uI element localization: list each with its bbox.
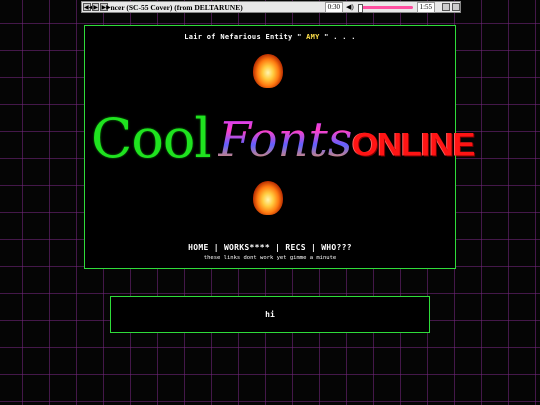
owner-name: AMY bbox=[306, 33, 320, 41]
track-time: 0:30 bbox=[324, 1, 344, 13]
hi-text: hi bbox=[265, 310, 275, 319]
playlist-icon[interactable] bbox=[452, 3, 461, 11]
logo-cool-text: Cool bbox=[91, 107, 212, 170]
nav-recs-link[interactable]: RECS bbox=[285, 243, 305, 252]
volume-icon[interactable]: ◀) bbox=[346, 3, 354, 11]
nav-who-link[interactable]: WHO??? bbox=[321, 243, 352, 252]
nav-home-link[interactable]: HOME bbox=[188, 243, 208, 252]
play-button[interactable]: ▶ bbox=[92, 3, 100, 11]
page-title: Lair of Nefarious Entity " AMY " . . . bbox=[184, 33, 356, 41]
volume-slider[interactable] bbox=[357, 3, 413, 13]
track-duration: 1:55 bbox=[416, 1, 436, 13]
fire-gif-icon bbox=[253, 181, 283, 215]
hi-panel: hi bbox=[110, 296, 430, 333]
music-player: ◀◀ ▶ ▶▶ ncer (SC-55 Cover) (from DELTARU… bbox=[81, 1, 461, 13]
forward-button[interactable]: ▶▶ bbox=[100, 3, 111, 11]
nav-note: these links dont work yet gimme a minute bbox=[203, 255, 337, 261]
rewind-button[interactable]: ◀◀ bbox=[83, 3, 93, 11]
nav-works-link[interactable]: WORKS**** bbox=[224, 243, 270, 252]
nav-bar: HOME | WORKS**** | RECS | WHO??? bbox=[188, 243, 352, 252]
logo-fonts-text: Fonts bbox=[218, 112, 353, 168]
track-title: ncer (SC-55 Cover) (from DELTARUNE) bbox=[110, 2, 243, 12]
loop-icon[interactable] bbox=[442, 3, 451, 11]
fire-gif-icon bbox=[253, 54, 283, 88]
logo-online-text: ONLINE bbox=[352, 126, 475, 164]
